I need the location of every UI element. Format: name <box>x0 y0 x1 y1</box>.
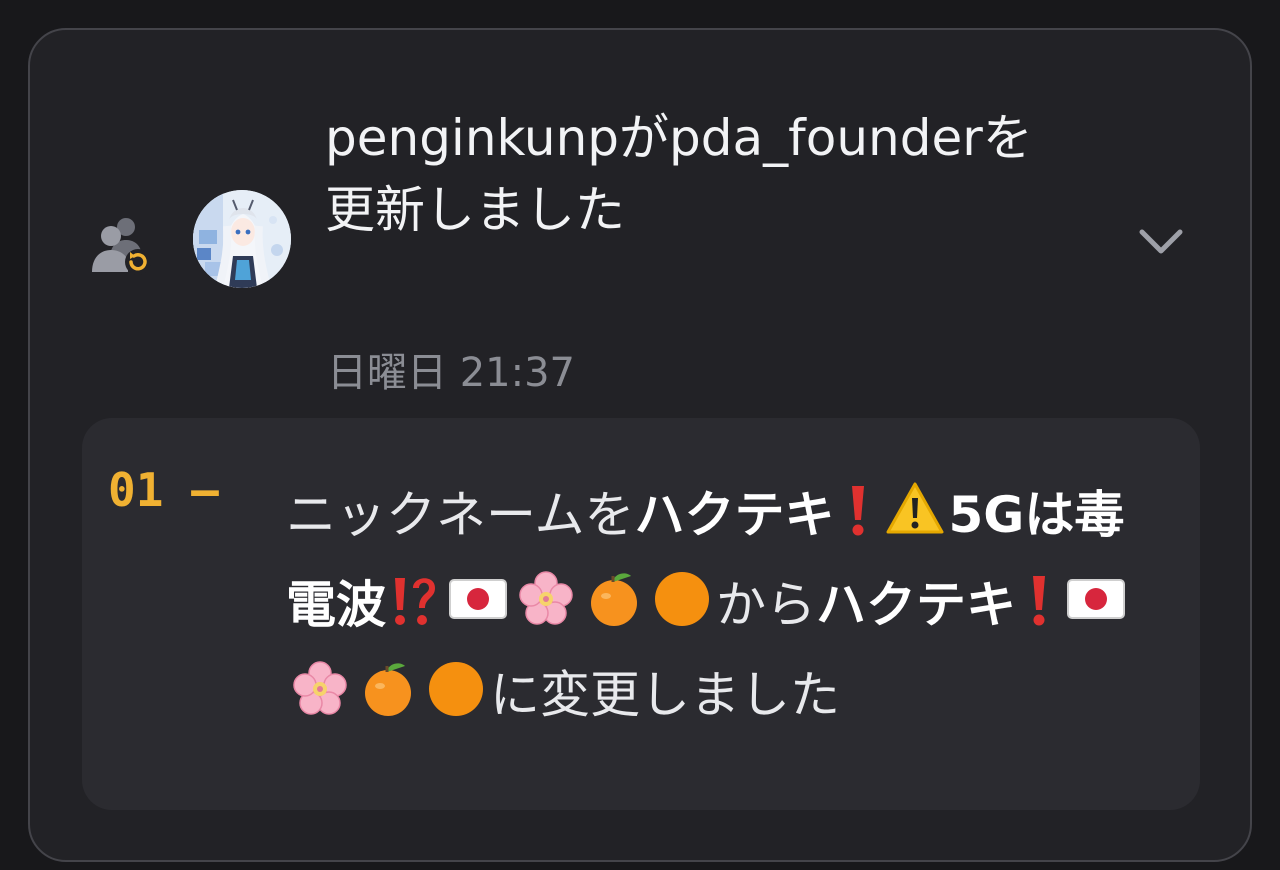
change-index: 01 – <box>108 463 219 517</box>
timestamp: 日曜日 21:37 <box>327 350 575 396</box>
tangerine-emoji-icon <box>591 573 637 626</box>
exclamation-emoji-icon <box>851 486 864 536</box>
cherry-blossom-emoji-icon <box>519 571 573 625</box>
exclamation-question-emoji-icon <box>395 578 435 625</box>
orange-circle-emoji-icon <box>429 662 483 716</box>
change-prefix: ニックネームを <box>286 486 635 544</box>
change-description: ニックネームをハクテキ 5Gは毒電波 からハクテキに変更しました <box>286 470 1166 740</box>
cherry-blossom-emoji-icon <box>293 661 347 715</box>
change-detail: 01 – ニックネームをハクテキ 5Gは毒電波 からハクテキに変更しました <box>82 418 1200 810</box>
exclamation-emoji-icon <box>1033 576 1045 626</box>
old-nickname-part2: 5G <box>948 486 1025 544</box>
anime-character-avatar-image <box>193 190 291 288</box>
change-suffix: に変更しました <box>490 666 840 724</box>
chevron-down-icon[interactable] <box>1134 220 1188 264</box>
new-nickname-text: ハクテキ <box>816 576 1016 634</box>
old-nickname-part1: ハクテキ <box>634 486 835 544</box>
user-avatar[interactable] <box>193 190 291 288</box>
japan-flag-emoji-icon <box>1067 579 1125 619</box>
audit-log-entry[interactable]: penginkunpがpda_founderを更新しました 日曜日 21:37 … <box>28 28 1252 862</box>
change-from-label: から <box>716 576 816 634</box>
warning-emoji-icon <box>886 482 943 534</box>
member-role-update-icon <box>92 218 151 275</box>
orange-circle-emoji-icon <box>655 572 709 626</box>
japan-flag-emoji-icon <box>449 579 507 619</box>
tangerine-emoji-icon <box>365 663 411 716</box>
notification-title: penginkunpがpda_founderを更新しました <box>325 109 1033 239</box>
